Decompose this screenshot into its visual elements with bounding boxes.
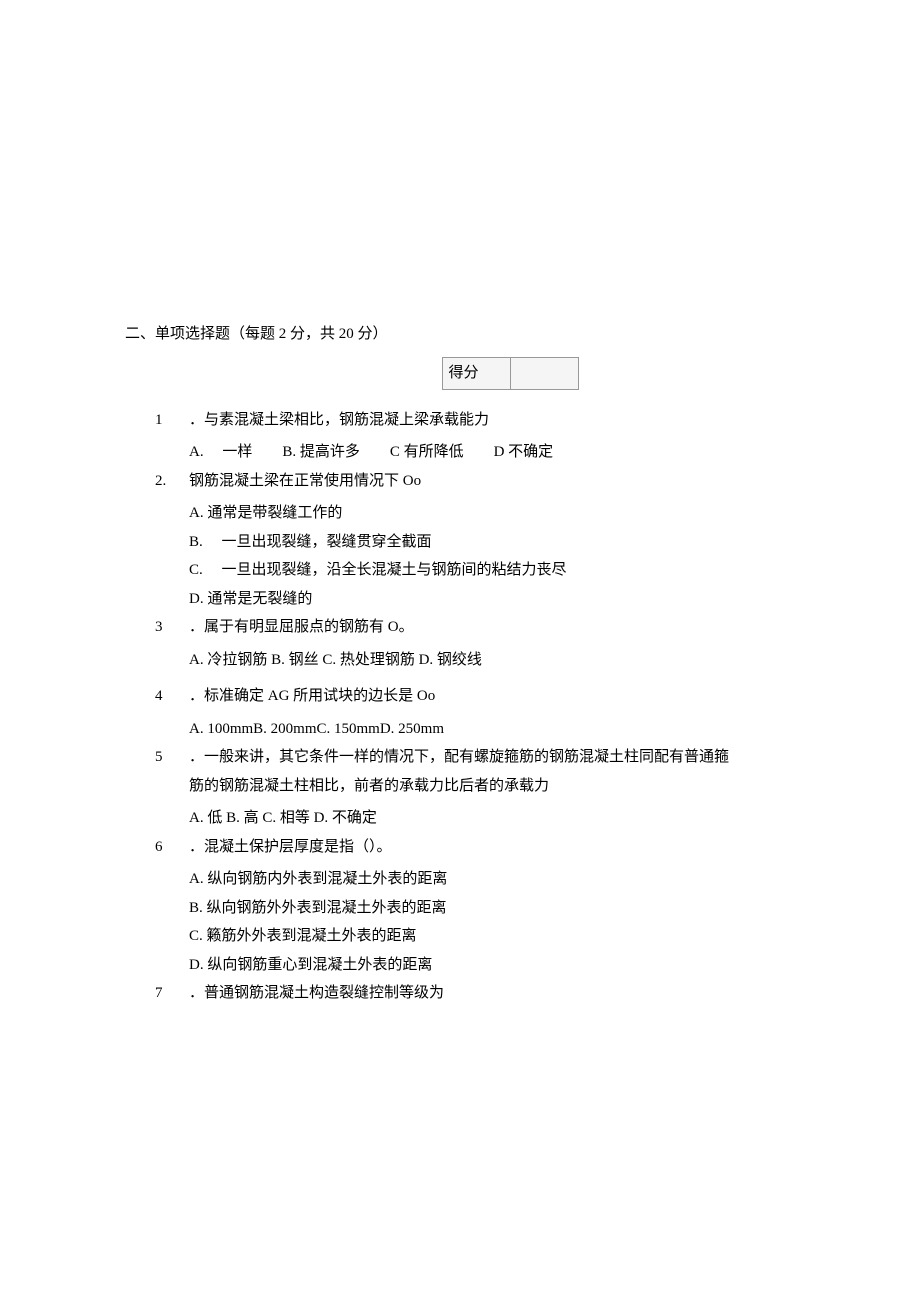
question-stem: ．普通钢筋混凝土构造裂缝控制等级为 bbox=[189, 985, 444, 1001]
question-6-option-b: B. 纵向钢筋外外表到混凝土外表的距离 bbox=[189, 894, 795, 923]
question-6-option-d: D. 纵向钢筋重心到混凝土外表的距离 bbox=[189, 951, 795, 980]
score-box-container: 得分 bbox=[225, 357, 795, 390]
question-stem: ．标准确定 AG 所用试块的边长是 Oo bbox=[189, 688, 435, 704]
question-3-options: A. 冷拉钢筋 B. 钢丝 C. 热处理钢筋 D. 钢绞线 bbox=[189, 646, 795, 675]
question-5: 5 ．一般来讲，其它条件一样的情况下，配有螺旋箍筋的钢筋混凝土柱同配有普通箍 筋… bbox=[155, 743, 795, 800]
question-1: 1 ．与素混凝土梁相比，钢筋混凝上梁承载能力 bbox=[155, 406, 795, 435]
question-stem: ．与素混凝土梁相比，钢筋混凝上梁承载能力 bbox=[189, 412, 489, 428]
question-number: 5 bbox=[155, 743, 183, 772]
question-2-option-a: A. 通常是带裂缝工作的 bbox=[189, 499, 795, 528]
score-box: 得分 bbox=[442, 357, 579, 390]
question-stem: 钢筋混凝土梁在正常使用情况下 Oo bbox=[189, 473, 421, 489]
question-6-option-a: A. 纵向钢筋内外表到混凝土外表的距离 bbox=[189, 865, 795, 894]
question-7: 7 ．普通钢筋混凝土构造裂缝控制等级为 bbox=[155, 979, 795, 1008]
question-number: 4 bbox=[155, 682, 183, 711]
question-1-options: A. 一样 B. 提高许多 C 有所降低 D 不确定 bbox=[189, 438, 795, 467]
score-value-cell bbox=[510, 357, 578, 389]
question-stem-cont: 筋的钢筋混凝土柱相比，前者的承载力比后者的承载力 bbox=[189, 772, 795, 801]
question-6-option-c: C. 籁筋外外表到混凝土外表的距离 bbox=[189, 922, 795, 951]
question-stem: ．混凝土保护层厚度是指（）。 bbox=[189, 839, 392, 855]
question-2-option-c: C. 一旦出现裂缝，沿全长混凝土与钢筋间的粘结力丧尽 bbox=[189, 556, 795, 585]
score-label-cell: 得分 bbox=[442, 357, 510, 389]
question-number: 7 bbox=[155, 979, 183, 1008]
question-5-options: A. 低 B. 高 C. 相等 D. 不确定 bbox=[189, 804, 795, 833]
question-4: 4 ．标准确定 AG 所用试块的边长是 Oo bbox=[155, 682, 795, 711]
section-title: 二、单项选择题（每题 2 分，共 20 分） bbox=[125, 320, 795, 349]
question-6: 6 ．混凝土保护层厚度是指（）。 bbox=[155, 833, 795, 862]
question-number: 3 bbox=[155, 613, 183, 642]
question-4-options: A. 100mmB. 200mmC. 150mmD. 250mm bbox=[189, 715, 795, 744]
question-number: 1 bbox=[155, 406, 183, 435]
question-2-option-d: D. 通常是无裂缝的 bbox=[189, 585, 795, 614]
question-2: 2. 钢筋混凝土梁在正常使用情况下 Oo bbox=[155, 467, 795, 496]
question-3: 3 ．属于有明显屈服点的钢筋有 O。 bbox=[155, 613, 795, 642]
question-stem: ．属于有明显屈服点的钢筋有 O。 bbox=[189, 619, 414, 635]
question-2-option-b: B. 一旦出现裂缝，裂缝贯穿全截面 bbox=[189, 528, 795, 557]
question-number: 6 bbox=[155, 833, 183, 862]
question-number: 2. bbox=[155, 467, 183, 496]
question-stem: ．一般来讲，其它条件一样的情况下，配有螺旋箍筋的钢筋混凝土柱同配有普通箍 bbox=[189, 749, 729, 765]
